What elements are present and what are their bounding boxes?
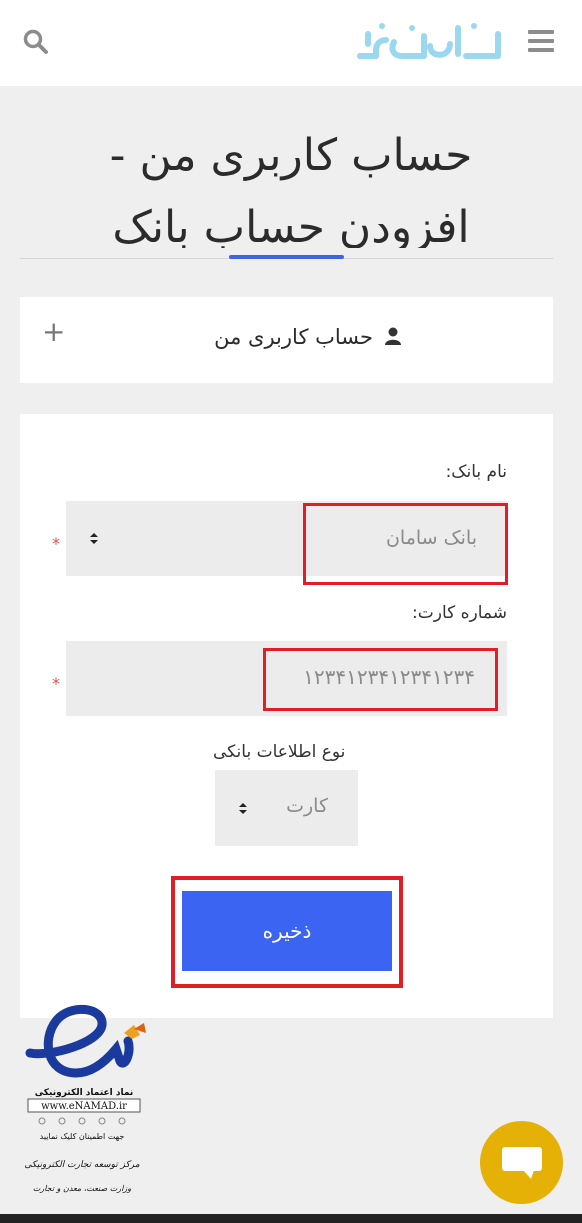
- bank-info-type-value: کارت: [286, 795, 328, 817]
- required-marker: *: [52, 534, 60, 553]
- top-navigation-bar: [0, 0, 582, 86]
- menu-line: [528, 39, 554, 43]
- hamburger-menu-icon[interactable]: [528, 30, 554, 54]
- my-account-label: حساب کاربری من: [214, 325, 373, 349]
- card-number-input[interactable]: ۱۲۳۴۱۲۳۴۱۲۳۴۱۲۳۴: [66, 641, 507, 716]
- svg-text:جهت اطمینان کلیک نمایید: جهت اطمینان کلیک نمایید: [40, 1132, 125, 1141]
- page-title: حساب کاربری من - افزودن حساب بانک: [20, 120, 562, 248]
- bank-name-label: نام بانک:: [445, 462, 507, 482]
- bank-info-type-select[interactable]: کارت: [215, 770, 358, 846]
- my-account-accordion[interactable]: حساب کاربری من +: [20, 297, 553, 383]
- svg-text:نماد اعتماد الکترونیکی: نماد اعتماد الکترونیکی: [35, 1088, 134, 1098]
- page-title-line1: حساب کاربری من -: [109, 130, 473, 181]
- select-arrows-icon: [88, 531, 100, 545]
- svg-text:مرکز توسعه تجارت الکترونیکی: مرکز توسعه تجارت الکترونیکی: [24, 1160, 139, 1170]
- bank-info-type-label: نوع اطلاعات بانکی: [213, 742, 346, 762]
- svg-text:وزارت صنعت، معدن و تجارت: وزارت صنعت، معدن و تجارت: [33, 1184, 131, 1193]
- save-button[interactable]: ذخیره: [182, 891, 392, 971]
- menu-line: [528, 30, 554, 34]
- site-logo[interactable]: [354, 14, 504, 70]
- select-arrows-icon: [237, 801, 249, 815]
- user-icon: [384, 327, 402, 345]
- menu-line: [528, 48, 554, 52]
- plus-icon[interactable]: +: [42, 315, 65, 348]
- bank-name-select[interactable]: بانک سامان: [66, 501, 507, 576]
- card-number-label: شماره کارت:: [412, 603, 507, 623]
- required-marker: *: [52, 674, 60, 693]
- svg-text:www.eNAMAD.ir: www.eNAMAD.ir: [41, 1101, 127, 1112]
- card-number-value: ۱۲۳۴۱۲۳۴۱۲۳۴۱۲۳۴: [303, 665, 475, 689]
- bank-account-form: نام بانک: * بانک سامان شماره کارت: * ۱۲۳…: [20, 414, 553, 1018]
- chat-bubble-icon[interactable]: [480, 1121, 563, 1204]
- search-icon[interactable]: [22, 28, 50, 56]
- title-accent-underline: [229, 255, 344, 259]
- bottom-edge-bar: [0, 1214, 582, 1223]
- enamad-trust-seal[interactable]: نماد اعتماد الکترونیکی www.eNAMAD.ir جهت…: [20, 995, 150, 1200]
- page-title-line2: افزودن حساب بانک: [112, 202, 470, 248]
- bank-name-value: بانک سامان: [385, 527, 477, 549]
